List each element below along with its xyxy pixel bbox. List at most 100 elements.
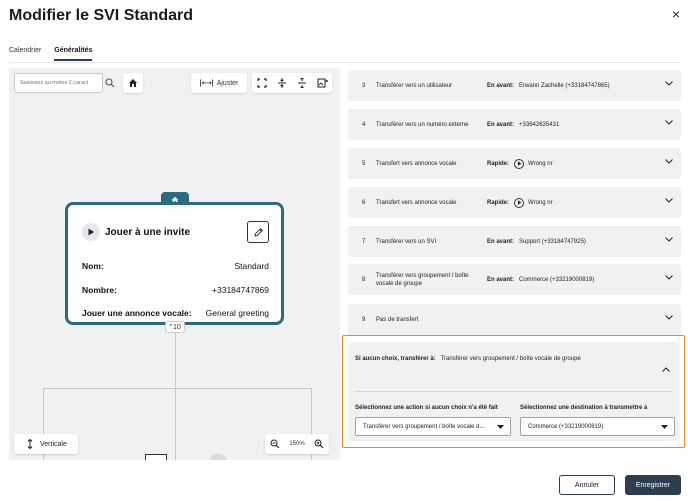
collapse-icon (278, 78, 286, 88)
node-row-value: General greeting (205, 308, 269, 318)
chevron-down-icon[interactable] (665, 159, 673, 166)
option-mode: Rapide: (487, 199, 510, 206)
option-label: Transférer vers un numéro externe (376, 121, 469, 128)
children-toggle[interactable]: ^ 10 (165, 321, 185, 333)
no-choice-heading-value: Transférer vers groupement / boîte vocal… (440, 356, 581, 362)
save-button[interactable]: Enregistrer (625, 475, 681, 495)
zoom-out-button[interactable] (265, 434, 285, 454)
node-row-key: Nombre: (82, 285, 117, 295)
play-icon[interactable] (514, 197, 525, 208)
option-label: Transférer vers groupement / boîte vocal… (376, 272, 469, 287)
option-card-4[interactable]: 4 Transférer vers un numéro externe En ava… (348, 109, 681, 140)
option-destination: Support (+33184747925) (519, 239, 586, 245)
node-title: Jouer à une invite (82, 223, 190, 241)
flow-canvas[interactable]: |⟷| Ajuster Jouer à une invite (9, 68, 340, 460)
zoom-in-button[interactable] (309, 434, 329, 454)
node-row-value: Standard (234, 261, 270, 271)
no-choice-section: Si aucun choix, transférer à: Transférer… (342, 335, 685, 448)
option-number: 5 (362, 160, 366, 167)
chevron-down-icon[interactable] (665, 275, 673, 282)
chevron-down-icon[interactable] (665, 120, 673, 127)
action-select[interactable]: Transférer vers groupement / boîte vocal… (355, 417, 511, 436)
option-card-5[interactable]: 5 Transfert vers annonce vocale Rapide: Wro… (348, 148, 681, 179)
destination-select[interactable]: Commerce (+33219000819) (520, 417, 675, 436)
chevron-down-icon[interactable] (665, 315, 673, 322)
option-mode: En avant: (487, 82, 515, 89)
canvas-toolbar: |⟷| Ajuster (191, 73, 247, 93)
collapse-vertical-button[interactable] (272, 73, 292, 93)
option-destination: Wrong nr (514, 158, 553, 169)
tab-calendrier[interactable]: Calendrier (9, 47, 41, 61)
chevron-down-icon[interactable] (665, 237, 673, 244)
option-number: 4 (362, 121, 366, 128)
node-title-text: Jouer à une invite (105, 226, 191, 238)
node-row-key: Nom: (82, 261, 104, 271)
option-mode: Rapide: (487, 160, 510, 167)
option-destination-text: Erwann Zachelle (+33184747865) (519, 82, 610, 89)
chevron-up-icon: ^ (169, 324, 173, 330)
option-card-9[interactable]: 9 Pas de transfert (348, 304, 681, 335)
chevron-up-icon[interactable] (662, 367, 670, 372)
orientation-button[interactable]: Verticale (14, 434, 78, 454)
fit-label: Ajuster (216, 79, 239, 87)
play-icon[interactable] (514, 158, 525, 169)
option-label: Transfert vers annonce vocale (376, 199, 457, 206)
option-destination-text: Wrong nr (528, 160, 553, 167)
destination-select-label: Sélectionnez une destination à transmett… (520, 405, 648, 411)
option-number: 7 (362, 238, 366, 245)
search-input[interactable] (14, 73, 103, 93)
page-title: Modifier le SVI Standard (9, 7, 194, 24)
option-destination-text: Wrong nr (528, 199, 553, 206)
option-destination: Commerce (+33219000819) (519, 277, 594, 283)
action-select-label: Sélectionnez une action si aucun choix n… (355, 405, 498, 411)
fit-button[interactable]: |⟷| Ajuster (191, 73, 247, 93)
child-node-partial[interactable] (145, 454, 167, 460)
play-icon[interactable] (82, 223, 100, 241)
chevron-down-icon[interactable] (665, 198, 673, 205)
option-mode: En avant: (487, 238, 515, 245)
child-node-partial[interactable] (209, 454, 227, 460)
chevron-down-icon[interactable] (665, 81, 673, 88)
zoom-level: 150% (289, 441, 305, 447)
cancel-button[interactable]: Annuler (559, 475, 615, 495)
pencil-icon (253, 227, 263, 237)
tabs-divider (9, 62, 680, 63)
orientation-label: Verticale (40, 440, 67, 448)
action-select-value: Transférer vers groupement / boîte vocal… (363, 423, 485, 430)
search-icon[interactable] (105, 78, 115, 88)
node-row: Nom: Standard (82, 261, 269, 271)
option-card-6[interactable]: 6 Transfert vers annonce vocale Rapide: Wro… (348, 187, 681, 218)
edit-node-button[interactable] (247, 221, 269, 243)
children-count: 10 (173, 323, 181, 331)
connector-line (175, 333, 176, 388)
option-card-8[interactable]: 8 Transférer vers groupement / boîte voca… (348, 264, 681, 295)
image-export-icon (317, 78, 328, 88)
option-card-3[interactable]: 3 Transférer vers un utilisateur En avant:… (348, 70, 681, 101)
home-button[interactable] (123, 73, 143, 93)
close-icon[interactable]: × (672, 6, 680, 22)
option-destination-text: Support (+33184747925) (519, 238, 586, 245)
expand-vertical-button[interactable] (292, 73, 312, 93)
destination-select-value: Commerce (+33219000819) (528, 423, 604, 430)
tab-generalites[interactable]: Généralités (54, 47, 93, 61)
no-choice-heading-label: Si aucun choix, transférer à: (355, 356, 436, 362)
option-label: Transférer vers un SVI (376, 238, 437, 245)
connector-line (43, 388, 311, 389)
node-row-value: +33184747869 (212, 285, 269, 295)
option-card-7[interactable]: 7 Transférer vers un SVI En avant: Support … (348, 226, 681, 257)
zoom-control: 150% (265, 434, 329, 454)
option-number: 3 (362, 82, 366, 89)
option-destination-text: Commerce (+33219000819) (519, 276, 595, 283)
option-destination: Wrong nr (514, 197, 553, 208)
caret-down-icon (497, 425, 504, 429)
no-choice-card: Si aucun choix, transférer à: Transférer… (349, 342, 678, 441)
option-mode: En avant: (487, 276, 515, 283)
zoom-out-icon (270, 439, 280, 449)
divider (355, 391, 672, 392)
zoom-in-icon (314, 439, 324, 449)
export-image-button[interactable] (312, 73, 332, 93)
node-row: Nombre: +33184747869 (82, 285, 269, 295)
node-row-key: Jouer une annonce vocale: (82, 308, 192, 318)
fullscreen-button[interactable] (252, 73, 272, 93)
ivr-prompt-node[interactable]: Jouer à une invite Nom: Standard Nombre:… (65, 202, 284, 325)
